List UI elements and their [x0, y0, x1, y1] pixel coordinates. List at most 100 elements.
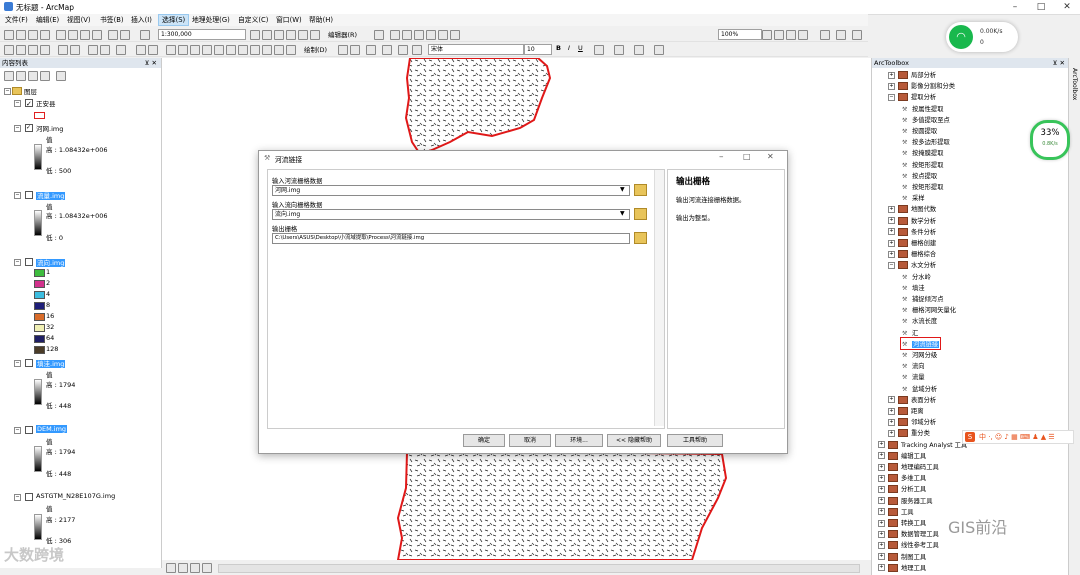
- expand-icon[interactable]: +: [888, 250, 895, 258]
- toolset-item[interactable]: + 栅格创建: [888, 238, 936, 247]
- catalog-search-icon[interactable]: [286, 45, 296, 55]
- layer-name[interactable]: ASTGTM_N28E107G.img: [36, 492, 115, 500]
- toolbox-tool-item[interactable]: ⚒ 河网分级: [902, 350, 937, 359]
- toolbox-tool-item[interactable]: ⚒ 盆域分析: [902, 384, 937, 393]
- layer-expand-icon[interactable]: −: [14, 494, 21, 501]
- expand-icon[interactable]: +: [888, 71, 895, 79]
- layer-checkbox[interactable]: [25, 258, 33, 266]
- layer-name[interactable]: 流向.img: [36, 259, 66, 267]
- hyperlink-icon[interactable]: [178, 45, 188, 55]
- edit-tool-icon[interactable]: [374, 30, 384, 40]
- browse-folder-icon[interactable]: [634, 184, 647, 196]
- fill-color-icon[interactable]: [614, 45, 624, 55]
- cancel-button[interactable]: 取消: [509, 434, 551, 447]
- stretch-ramp[interactable]: [34, 379, 42, 405]
- toolbox-tool-item[interactable]: ⚒ 分水岭: [902, 272, 931, 281]
- layer-name[interactable]: 流量.img: [36, 192, 66, 200]
- dropdown-arrow-icon[interactable]: ▼: [620, 210, 625, 217]
- print-icon[interactable]: [40, 30, 50, 40]
- new-icon[interactable]: [4, 30, 14, 40]
- callout-icon[interactable]: [398, 45, 408, 55]
- toolbox-tool-item[interactable]: ⚒ 流向: [902, 361, 925, 370]
- layer-expand-icon[interactable]: −: [14, 192, 21, 199]
- class-swatch[interactable]: [34, 291, 45, 299]
- expand-icon[interactable]: +: [878, 474, 885, 482]
- expand-icon[interactable]: +: [878, 564, 885, 572]
- time-slider-icon[interactable]: [250, 45, 260, 55]
- expand-icon[interactable]: +: [878, 485, 885, 493]
- select-elements-arrow-icon[interactable]: [338, 45, 348, 55]
- rectangle-icon[interactable]: [366, 45, 376, 55]
- add-data-icon[interactable]: [140, 30, 150, 40]
- layout-view-icon[interactable]: [178, 563, 188, 573]
- class-swatch[interactable]: [34, 302, 45, 310]
- toolbox-item[interactable]: + 线性参考工具: [878, 540, 939, 550]
- tool-help-button[interactable]: 工具帮助: [667, 434, 723, 447]
- expand-icon[interactable]: −: [888, 93, 895, 101]
- stretch-ramp[interactable]: [34, 210, 42, 236]
- toolbox-tool-item[interactable]: ⚒ 按点提取: [902, 171, 937, 180]
- select-features-icon[interactable]: [116, 45, 126, 55]
- font-color-icon[interactable]: [594, 45, 604, 55]
- layer-checkbox[interactable]: ✓: [25, 99, 33, 108]
- menu-help[interactable]: 帮助(H): [306, 14, 336, 26]
- editor-toolbar-icon[interactable]: [250, 30, 260, 40]
- toolbox-item[interactable]: + 地理工具: [878, 563, 926, 572]
- expand-icon[interactable]: +: [888, 407, 895, 415]
- stream-raster-input[interactable]: 河网.img: [272, 185, 630, 196]
- expand-icon[interactable]: +: [878, 508, 885, 516]
- toolbox-tool-item-selected[interactable]: ⚒ 河流链接: [899, 336, 942, 350]
- maximize-button[interactable]: □: [1030, 0, 1052, 14]
- refresh-icon[interactable]: [190, 563, 200, 573]
- toolset-item[interactable]: + 数学分析: [888, 216, 936, 225]
- layers-root[interactable]: 图层: [24, 86, 37, 96]
- layer-name[interactable]: 河网.img: [36, 123, 63, 133]
- font-combo[interactable]: 宋体: [428, 44, 524, 55]
- class-swatch[interactable]: [34, 313, 45, 321]
- expand-icon[interactable]: +: [888, 396, 895, 404]
- fixed-zoom-in-icon[interactable]: [58, 45, 68, 55]
- toolset-item[interactable]: + 邻域分析: [888, 417, 936, 427]
- layers-collapse-icon[interactable]: −: [4, 88, 11, 95]
- list-by-selection-icon[interactable]: [40, 71, 50, 81]
- arctoolbox-icon[interactable]: [298, 30, 308, 40]
- toolbox-side-tab[interactable]: ArcToolbox: [1071, 68, 1078, 100]
- toolbox-tool-item[interactable]: ⚒ 捕捉倾泻点: [902, 294, 943, 303]
- expand-icon[interactable]: +: [888, 217, 895, 225]
- hide-help-button[interactable]: << 隐藏帮助: [607, 434, 661, 447]
- menu-windows[interactable]: 窗口(W): [273, 14, 305, 26]
- toolbox-item[interactable]: + 转换工具: [878, 518, 926, 527]
- polygon-symbol[interactable]: [34, 112, 45, 119]
- catalog-icon[interactable]: [274, 30, 284, 40]
- params-scrollbar[interactable]: [654, 170, 664, 426]
- layer-expand-icon[interactable]: −: [14, 100, 21, 107]
- list-by-visibility-icon[interactable]: [28, 71, 38, 81]
- toolset-item[interactable]: + 地图代数: [888, 204, 936, 214]
- layout-zoom-out-icon[interactable]: [774, 30, 784, 40]
- toolbox-item[interactable]: + 工具: [878, 507, 914, 516]
- toolset-item[interactable]: + 栅格综合: [888, 249, 936, 259]
- menu-selection[interactable]: 选择(S): [158, 14, 190, 26]
- change-layout-icon[interactable]: [852, 30, 862, 40]
- expand-icon[interactable]: +: [878, 452, 885, 460]
- layer-name[interactable]: DEM.img: [36, 425, 68, 433]
- menu-file[interactable]: 文件(F): [2, 14, 31, 26]
- dialog-minimize-button[interactable]: –: [719, 152, 724, 162]
- identify-icon[interactable]: [166, 45, 176, 55]
- layer-expand-icon[interactable]: −: [14, 360, 21, 367]
- stretch-ramp[interactable]: [34, 446, 42, 472]
- layer-checkbox[interactable]: [25, 191, 33, 199]
- toolbox-tool-item[interactable]: ⚒ 按矩形提取: [902, 182, 943, 191]
- back-icon[interactable]: [88, 45, 98, 55]
- full-extent-icon[interactable]: [40, 45, 50, 55]
- toolset-item[interactable]: + 条件分析: [888, 227, 936, 236]
- class-swatch[interactable]: [34, 269, 45, 277]
- viewer-icon[interactable]: [262, 45, 272, 55]
- horizontal-scrollbar[interactable]: [218, 564, 860, 573]
- vertex-icon[interactable]: [402, 30, 412, 40]
- line-color-icon[interactable]: [634, 45, 644, 55]
- list-by-source-icon[interactable]: [16, 71, 26, 81]
- text-icon[interactable]: [382, 45, 392, 55]
- font-icon[interactable]: [412, 45, 422, 55]
- layer-expand-icon[interactable]: −: [14, 125, 21, 132]
